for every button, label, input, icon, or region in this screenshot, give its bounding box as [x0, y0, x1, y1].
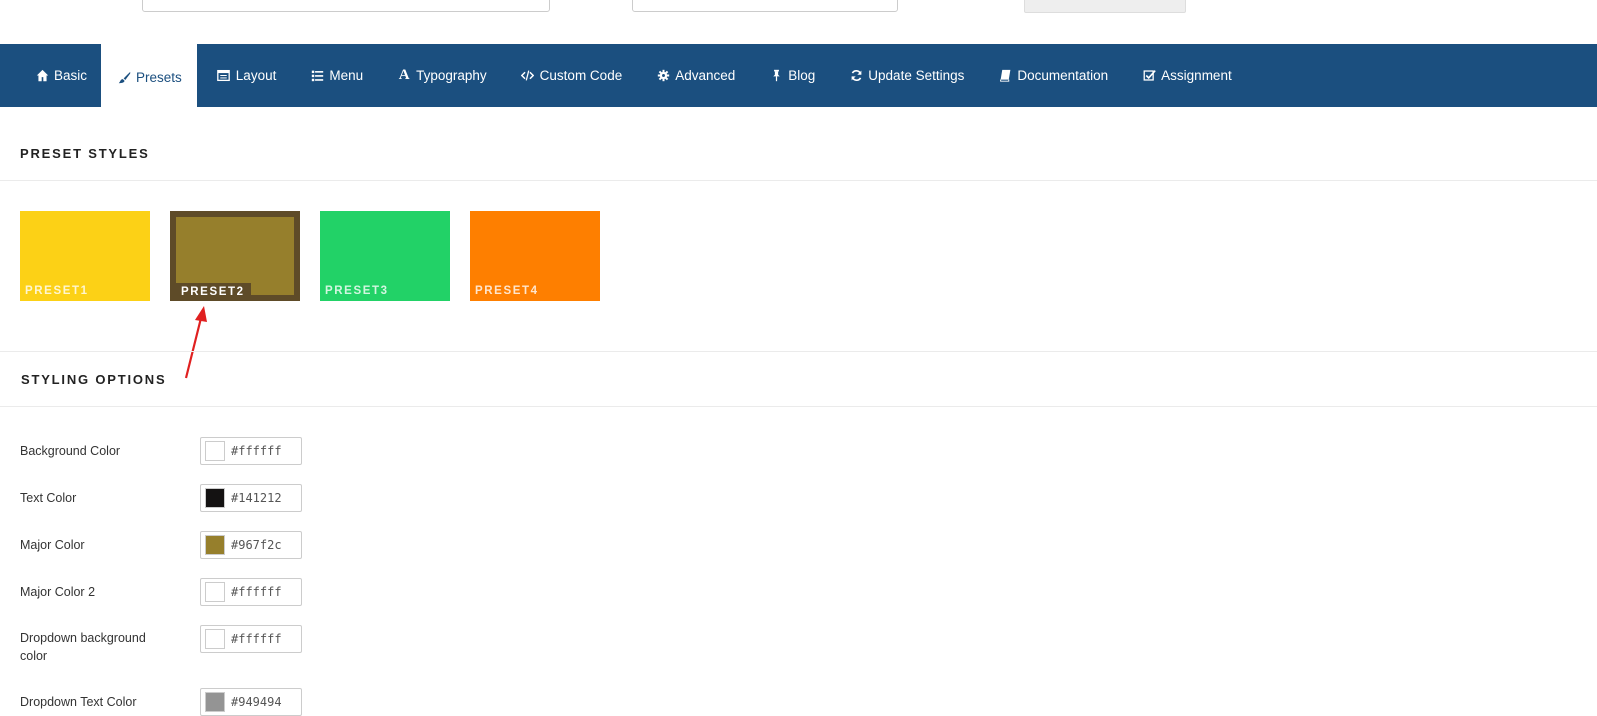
tab-label: Typography [416, 68, 487, 83]
preset-label: PRESET1 [25, 285, 89, 297]
preset-label: PRESET4 [475, 285, 539, 297]
background-color-label: Background Color [20, 444, 121, 458]
color-swatch[interactable] [205, 692, 225, 712]
preset-4-swatch[interactable]: PRESET4 [470, 211, 600, 301]
major-color-2-label: Major Color 2 [20, 585, 96, 599]
major-color-2-field[interactable]: #ffffff [200, 578, 302, 606]
font-icon: A [398, 67, 410, 83]
tab-assignment[interactable]: Assignment [1122, 44, 1246, 107]
tab-advanced[interactable]: Advanced [636, 44, 749, 107]
preset-label: PRESET3 [325, 285, 389, 297]
preset-1-swatch[interactable]: PRESET1 [20, 211, 150, 301]
code-icon [521, 69, 535, 83]
tab-label: Layout [235, 68, 277, 83]
text-color-label: Text Color [20, 491, 77, 505]
tab-layout[interactable]: Layout [197, 44, 291, 107]
top-select-input[interactable] [632, 0, 898, 12]
color-swatch[interactable] [205, 535, 225, 555]
check-square-icon [1142, 69, 1156, 83]
color-value: #ffffff [231, 632, 282, 646]
dropdown-background-color-label: Dropdown background color [20, 631, 146, 663]
text-color-field[interactable]: #141212 [200, 484, 302, 512]
tab-custom-code[interactable]: Custom Code [501, 44, 637, 107]
color-swatch[interactable] [205, 629, 225, 649]
preset-2-swatch[interactable]: PRESET2 [170, 211, 300, 301]
pin-icon [769, 69, 783, 83]
color-swatch[interactable] [205, 582, 225, 602]
tab-blog[interactable]: Blog [749, 44, 829, 107]
dropdown-text-color-label: Dropdown Text Color [20, 695, 137, 709]
major-color-label: Major Color [20, 538, 85, 552]
top-text-input[interactable] [142, 0, 550, 12]
refresh-icon [849, 69, 863, 83]
tab-presets[interactable]: Presets [101, 44, 197, 107]
tab-label: Basic [54, 68, 88, 83]
tab-label: Documentation [1017, 68, 1109, 83]
annotation-arrow [184, 306, 207, 379]
tab-basic[interactable]: Basic [15, 44, 101, 107]
tab-label: Custom Code [539, 68, 623, 83]
color-value: #ffffff [231, 585, 282, 599]
top-form-strip [0, 0, 1597, 44]
color-value: #141212 [231, 491, 282, 505]
paintbrush-icon [117, 70, 131, 84]
home-icon [35, 69, 49, 83]
color-swatch[interactable] [205, 488, 225, 508]
preset-3-swatch[interactable]: PRESET3 [320, 211, 450, 301]
preset-styles-heading: PRESET STYLES [20, 146, 150, 161]
tab-label: Presets [136, 69, 182, 85]
major-color-field[interactable]: #967f2c [200, 531, 302, 559]
tab-update-settings[interactable]: Update Settings [829, 44, 978, 107]
dropdown-background-color-field[interactable]: #ffffff [200, 625, 302, 653]
color-value: #ffffff [231, 444, 282, 458]
preset-label: PRESET2 [175, 283, 251, 301]
book-icon [998, 69, 1012, 83]
list-icon [310, 69, 324, 83]
tab-label: Menu [329, 68, 364, 83]
gear-icon [656, 69, 670, 83]
color-value: #949494 [231, 695, 282, 709]
tab-typography[interactable]: A Typography [377, 44, 501, 107]
styling-options-heading: STYLING OPTIONS [21, 372, 167, 387]
color-swatch[interactable] [205, 441, 225, 461]
tab-label: Update Settings [868, 68, 965, 83]
tab-list: Basic Presets Layout Menu A Typography C… [0, 44, 1597, 107]
divider [0, 406, 1597, 407]
tab-documentation[interactable]: Documentation [978, 44, 1122, 107]
background-color-field[interactable]: #ffffff [200, 437, 302, 465]
divider [0, 351, 1597, 352]
settings-navbar: Basic Presets Layout Menu A Typography C… [0, 44, 1597, 107]
dropdown-text-color-field[interactable]: #949494 [200, 688, 302, 716]
tab-label: Assignment [1161, 68, 1232, 83]
top-button[interactable] [1024, 0, 1186, 13]
divider [0, 180, 1597, 181]
layout-icon [217, 69, 231, 83]
tab-label: Advanced [675, 68, 736, 83]
tab-label: Blog [788, 68, 816, 83]
color-value: #967f2c [231, 538, 282, 552]
tab-menu[interactable]: Menu [290, 44, 377, 107]
